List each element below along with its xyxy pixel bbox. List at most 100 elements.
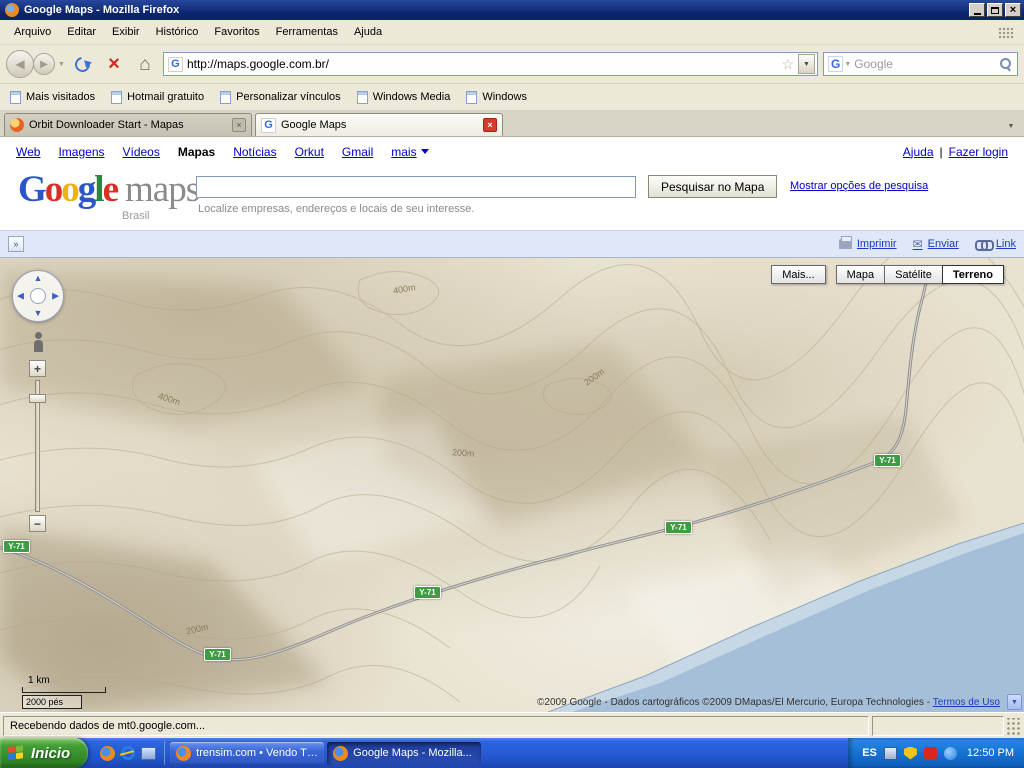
bookmark-star-icon[interactable]: ☆ <box>781 56 794 73</box>
status-text: Recebendo dados de mt0.google.com... <box>10 720 205 732</box>
menu-arquivo[interactable]: Arquivo <box>6 22 59 42</box>
search-map-button[interactable]: Pesquisar no Mapa <box>648 175 777 198</box>
map-type-mapa[interactable]: Mapa <box>836 265 886 284</box>
scale-bar <box>22 687 106 693</box>
tab-close-button[interactable]: × <box>232 118 246 132</box>
menu-historico[interactable]: Histórico <box>148 22 207 42</box>
bookmark-mais-visitados[interactable]: Mais visitados <box>10 91 95 104</box>
link-link[interactable]: Link <box>975 238 1016 250</box>
back-button[interactable]: ◀ <box>6 50 34 78</box>
tray-antivirus-icon[interactable] <box>924 747 937 760</box>
close-icon: × <box>1010 5 1016 15</box>
menu-exibir[interactable]: Exibir <box>104 22 148 42</box>
map-type-terreno[interactable]: Terreno <box>942 265 1004 284</box>
quicklaunch-firefox-icon[interactable] <box>100 746 115 761</box>
start-button[interactable]: Inicio <box>0 738 88 768</box>
maximize-button[interactable] <box>987 3 1003 17</box>
forward-button[interactable]: ▶ <box>33 53 55 75</box>
logo-country-label: Brasil <box>122 210 150 222</box>
taskbar-clock[interactable]: 12:50 PM <box>967 747 1014 759</box>
window-title: Google Maps - Mozilla Firefox <box>24 4 179 16</box>
search-engine-dropdown[interactable]: ▼ <box>844 61 851 68</box>
url-dropdown-button[interactable]: ▼ <box>798 54 815 74</box>
link-label: Link <box>996 238 1016 250</box>
menu-favoritos[interactable]: Favoritos <box>206 22 267 42</box>
link-noticias[interactable]: Notícias <box>233 145 276 159</box>
link-web[interactable]: Web <box>16 145 40 159</box>
window-titlebar[interactable]: Google Maps - Mozilla Firefox × <box>0 0 1024 20</box>
reload-button[interactable] <box>70 50 96 78</box>
send-link[interactable]: ✉Enviar <box>913 238 959 250</box>
zoom-in-button[interactable]: + <box>29 360 46 377</box>
tab-google-maps[interactable]: G Google Maps × <box>255 113 503 136</box>
minimize-button[interactable] <box>969 3 985 17</box>
navigation-toolbar: ◀ ▶ ▼ × ⌂ G ☆ ▼ G ▼ <box>0 45 1024 84</box>
separator: | <box>940 145 943 159</box>
link-imagens[interactable]: Imagens <box>58 145 104 159</box>
home-button[interactable]: ⌂ <box>132 50 158 78</box>
language-indicator[interactable]: ES <box>862 747 877 759</box>
close-button[interactable]: × <box>1005 3 1021 17</box>
pan-hand-icon[interactable] <box>30 288 46 304</box>
quicklaunch-show-desktop-icon[interactable] <box>141 747 156 760</box>
pan-down-icon[interactable]: ▼ <box>34 309 43 318</box>
bookmark-icon <box>220 91 231 104</box>
tray-security-shield-icon[interactable] <box>904 747 917 760</box>
pegman-body <box>34 340 43 352</box>
pan-control[interactable]: ▲ ▼ ◀ ▶ <box>12 270 64 322</box>
web-search-input[interactable] <box>854 57 996 71</box>
pan-up-icon[interactable]: ▲ <box>34 274 43 283</box>
link-videos[interactable]: Vídeos <box>123 145 160 159</box>
home-icon: ⌂ <box>139 55 150 74</box>
google-links-bar: Web Imagens Vídeos Mapas Notícias Orkut … <box>0 137 1024 166</box>
search-box[interactable]: G ▼ <box>823 52 1018 76</box>
link-orkut[interactable]: Orkut <box>295 145 324 159</box>
zoom-out-button[interactable]: − <box>29 515 46 532</box>
link-ajuda[interactable]: Ajuda <box>903 145 934 159</box>
bookmark-windows-media[interactable]: Windows Media <box>357 91 451 104</box>
menu-ferramentas[interactable]: Ferramentas <box>268 22 346 42</box>
status-secondary-panel <box>872 716 1004 736</box>
tab-orbit-downloader[interactable]: Orbit Downloader Start - Mapas × <box>4 113 252 136</box>
link-mapas-current: Mapas <box>178 145 215 159</box>
print-link[interactable]: Imprimir <box>839 238 897 250</box>
logo-letter: g <box>78 169 95 210</box>
task-google-maps[interactable]: Google Maps - Mozilla... <box>327 742 481 765</box>
pan-left-icon[interactable]: ◀ <box>17 292 24 301</box>
map-canvas[interactable]: Y-71 Y-71 Y-71 Y-71 Y-71 400m 400m 200m … <box>0 258 1024 712</box>
search-engine-icon[interactable]: G <box>828 56 843 72</box>
url-bar[interactable]: G ☆ ▼ <box>163 52 818 76</box>
bookmark-personalizar[interactable]: Personalizar vínculos <box>220 91 341 104</box>
tab-close-button[interactable]: × <box>483 118 497 132</box>
history-dropdown[interactable]: ▼ <box>58 61 65 68</box>
terms-link[interactable]: Termos de Uso <box>933 697 1000 708</box>
expand-panel-button[interactable]: » <box>8 236 24 252</box>
search-options-link[interactable]: Mostrar opções de pesquisa <box>790 180 928 192</box>
map-type-satelite[interactable]: Satélite <box>884 265 943 284</box>
link-mais[interactable]: mais <box>391 145 428 159</box>
firefox-icon <box>333 746 348 761</box>
map-search-input[interactable] <box>196 176 636 198</box>
task-trensim[interactable]: trensim.com • Vendo Tóp... <box>170 742 324 765</box>
link-gmail[interactable]: Gmail <box>342 145 373 159</box>
stop-button[interactable]: × <box>101 50 127 78</box>
bookmark-windows[interactable]: Windows <box>466 91 527 104</box>
bookmark-hotmail[interactable]: Hotmail gratuito <box>111 91 204 104</box>
list-all-tabs-button[interactable]: ▼ <box>1002 116 1020 136</box>
desktop: Google Maps - Mozilla Firefox × Arquivo … <box>0 0 1024 768</box>
link-fazer-login[interactable]: Fazer login <box>949 145 1008 159</box>
menu-editar[interactable]: Editar <box>59 22 104 42</box>
search-magnifier-icon[interactable] <box>999 57 1013 71</box>
quicklaunch-ie-icon[interactable] <box>121 746 135 760</box>
tray-update-icon[interactable] <box>944 747 957 760</box>
tray-network-icon[interactable] <box>884 747 897 760</box>
menu-ajuda[interactable]: Ajuda <box>346 22 390 42</box>
zoom-slider-handle[interactable] <box>29 394 46 403</box>
street-view-pegman[interactable] <box>32 332 44 354</box>
pan-right-icon[interactable]: ▶ <box>52 292 59 301</box>
resize-grip[interactable] <box>1007 718 1021 736</box>
scrollbar-down-button[interactable]: ▼ <box>1007 694 1022 710</box>
more-button[interactable]: Mais... <box>771 265 825 284</box>
url-input[interactable] <box>187 57 778 71</box>
system-tray: ES 12:50 PM <box>848 738 1024 768</box>
